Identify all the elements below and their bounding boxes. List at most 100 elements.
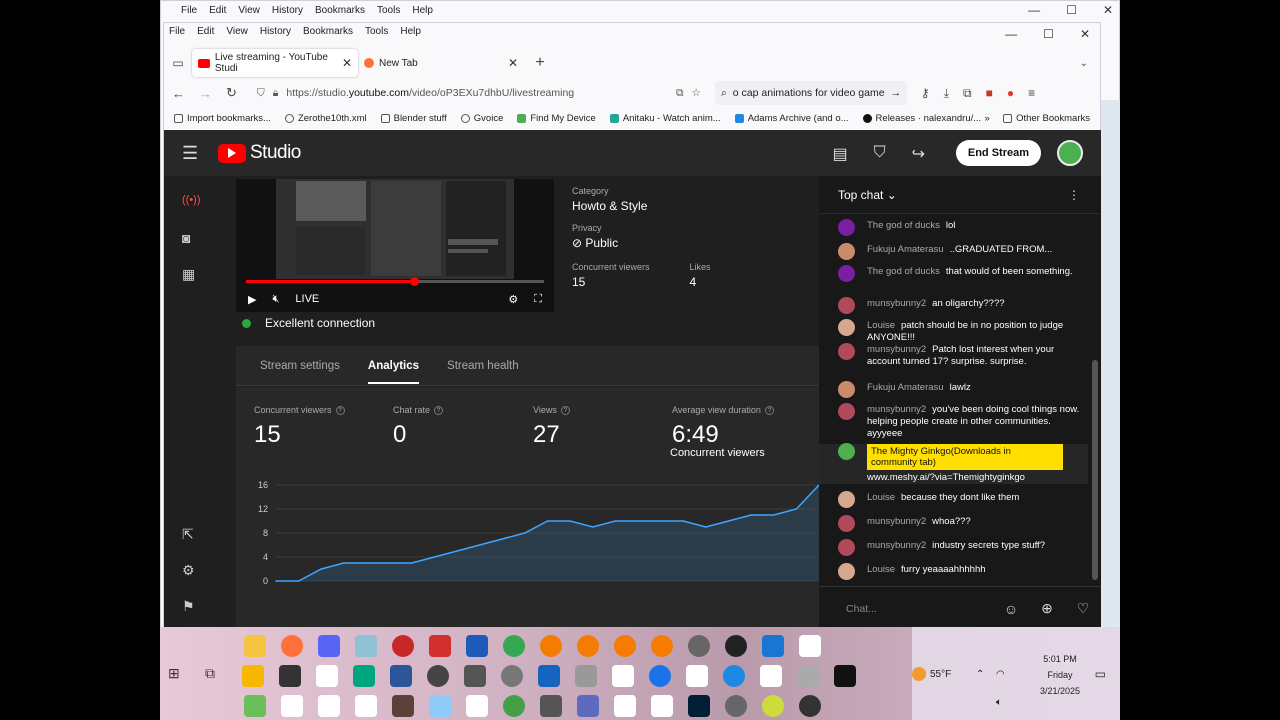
tab-stream-health[interactable]: Stream health bbox=[447, 360, 519, 372]
chat-input[interactable]: Chat... bbox=[846, 603, 986, 615]
chat-author[interactable]: Fukuju Amaterasu bbox=[867, 244, 944, 255]
close-icon[interactable]: ✕ bbox=[1080, 27, 1090, 41]
data-point[interactable] bbox=[388, 562, 390, 564]
file-icon[interactable] bbox=[614, 695, 636, 717]
app-icon[interactable] bbox=[392, 695, 414, 717]
menu-icon[interactable]: ≡ bbox=[1028, 86, 1035, 101]
app-icon[interactable] bbox=[353, 665, 375, 687]
play-icon[interactable]: ▶ bbox=[248, 293, 256, 306]
blender-icon[interactable] bbox=[577, 635, 599, 657]
data-point[interactable] bbox=[614, 520, 617, 522]
data-point[interactable] bbox=[637, 520, 639, 522]
file-icon[interactable] bbox=[612, 665, 634, 687]
end-stream-button[interactable]: End Stream bbox=[955, 140, 1041, 166]
tab-list-icon[interactable]: ▭ bbox=[164, 56, 192, 70]
outer-menu-help[interactable]: Help bbox=[412, 5, 433, 16]
tab-new-tab[interactable]: New Tab ✕ bbox=[358, 49, 524, 77]
chat-author[interactable]: munsybunny2 bbox=[867, 540, 926, 551]
file-icon[interactable] bbox=[466, 695, 488, 717]
url-text[interactable]: https://studio.youtube.com/video/oP3EXu7… bbox=[286, 87, 668, 99]
menu-history[interactable]: History bbox=[260, 26, 291, 37]
data-point[interactable] bbox=[320, 568, 323, 570]
terminal-icon[interactable] bbox=[834, 665, 856, 687]
adblock-icon[interactable]: ● bbox=[1007, 86, 1014, 101]
pocket-icon[interactable]: ■ bbox=[986, 86, 993, 101]
avatar[interactable] bbox=[838, 219, 855, 236]
key-icon[interactable]: ⚷ bbox=[921, 86, 930, 101]
maximize-icon[interactable]: ☐ bbox=[1043, 27, 1054, 41]
help-icon[interactable]: ? bbox=[560, 405, 570, 415]
outer-menu-view[interactable]: View bbox=[238, 5, 260, 16]
app-icon[interactable] bbox=[540, 695, 562, 717]
more-options-icon[interactable]: ⋮ bbox=[1068, 188, 1080, 202]
mute-icon[interactable]: 🔇︎ bbox=[272, 293, 279, 306]
chat-author[interactable]: munsybunny2 bbox=[867, 516, 926, 527]
gear-icon[interactable]: ⚙ bbox=[182, 562, 195, 579]
file-explorer-icon[interactable] bbox=[244, 635, 266, 657]
app-icon[interactable] bbox=[503, 695, 525, 717]
tab-live-streaming[interactable]: Live streaming - YouTube Studi ✕ bbox=[192, 49, 358, 77]
feedback-icon[interactable]: ⚑ bbox=[182, 598, 195, 615]
chevron-down-icon[interactable]: ⌄ bbox=[1080, 58, 1088, 69]
bookmark-find-my-device[interactable]: Find My Device bbox=[517, 113, 596, 124]
data-point[interactable] bbox=[478, 544, 481, 546]
close-tab-icon[interactable]: ✕ bbox=[342, 56, 352, 70]
data-point[interactable] bbox=[297, 580, 300, 582]
chat-author[interactable]: The Mighty Ginkgo(Downloads in community… bbox=[867, 444, 1063, 470]
bookmark-adams-archive[interactable]: Adams Archive (and o... bbox=[734, 113, 849, 124]
emoji-icon[interactable]: ☺ bbox=[1000, 601, 1022, 617]
chat-author[interactable]: munsybunny2 bbox=[867, 298, 926, 309]
menu-bookmarks[interactable]: Bookmarks bbox=[303, 26, 353, 37]
avatar[interactable] bbox=[838, 297, 855, 314]
shield-icon[interactable]: ⛉ bbox=[257, 87, 265, 100]
volume-icon[interactable]: 🔈︎ bbox=[996, 697, 1002, 708]
avatar[interactable] bbox=[838, 539, 855, 556]
bookmark-other[interactable]: » Other Bookmarks bbox=[985, 113, 1091, 124]
app-icon[interactable] bbox=[577, 695, 599, 717]
studio-logo[interactable]: Studio bbox=[218, 142, 301, 164]
avatar[interactable] bbox=[838, 563, 855, 580]
file-icon[interactable] bbox=[318, 695, 340, 717]
avatar[interactable] bbox=[838, 319, 855, 336]
avatar[interactable] bbox=[838, 403, 855, 420]
top-chat-dropdown[interactable]: Top chat ⌄ bbox=[838, 188, 897, 202]
data-point[interactable] bbox=[772, 514, 775, 516]
lock-icon[interactable]: 🔒︎ bbox=[273, 87, 279, 100]
notification-icon[interactable]: ▭ bbox=[1095, 667, 1106, 681]
windows-start-icon[interactable]: ⊞ bbox=[168, 665, 190, 687]
avatar[interactable] bbox=[838, 515, 855, 532]
clock[interactable]: 5:01 PM Friday 3/21/2025 bbox=[1040, 651, 1080, 699]
file-icon[interactable] bbox=[651, 695, 673, 717]
heart-icon[interactable]: ♡ bbox=[1072, 600, 1094, 617]
chevron-up-icon[interactable]: ⌃ bbox=[976, 669, 984, 680]
outer-menu-edit[interactable]: Edit bbox=[209, 5, 226, 16]
photoshop-icon[interactable] bbox=[688, 695, 710, 717]
app-icon[interactable] bbox=[279, 665, 301, 687]
back-icon[interactable]: ← bbox=[172, 86, 185, 101]
chat-author[interactable]: Louise bbox=[867, 492, 895, 503]
data-point[interactable] bbox=[659, 520, 662, 522]
bookmark-zerothe10th[interactable]: Zerothe10th.xml bbox=[284, 113, 367, 124]
weather-widget[interactable]: 55°F bbox=[912, 667, 951, 681]
app-icon[interactable] bbox=[244, 695, 266, 717]
bookmark-releases[interactable]: Releases · nalexandru/... bbox=[862, 113, 981, 124]
calendar-icon[interactable]: ▦ bbox=[182, 266, 195, 283]
app-icon[interactable] bbox=[390, 665, 412, 687]
app-icon[interactable] bbox=[762, 635, 784, 657]
extensions-icon[interactable]: ⧉ bbox=[963, 86, 972, 101]
discord-icon[interactable] bbox=[318, 635, 340, 657]
outer-menu-bookmarks[interactable]: Bookmarks bbox=[315, 5, 365, 16]
avatar[interactable] bbox=[838, 381, 855, 398]
data-point[interactable] bbox=[705, 526, 707, 528]
app-icon[interactable] bbox=[427, 665, 449, 687]
avatar[interactable] bbox=[838, 243, 855, 260]
file-icon[interactable] bbox=[316, 665, 338, 687]
close-tab-icon[interactable]: ✕ bbox=[508, 56, 518, 70]
add-icon[interactable]: ⊕ bbox=[1036, 600, 1058, 617]
menu-view[interactable]: View bbox=[226, 26, 248, 37]
url-bar[interactable]: ⛉ 🔒︎ https://studio.youtube.com/video/oP… bbox=[251, 81, 701, 105]
close-icon[interactable]: ✕ bbox=[1103, 3, 1113, 17]
data-point[interactable] bbox=[546, 520, 549, 522]
camera-icon[interactable]: ◙ bbox=[182, 230, 190, 246]
settings-icon[interactable]: ⚙ bbox=[508, 293, 518, 306]
